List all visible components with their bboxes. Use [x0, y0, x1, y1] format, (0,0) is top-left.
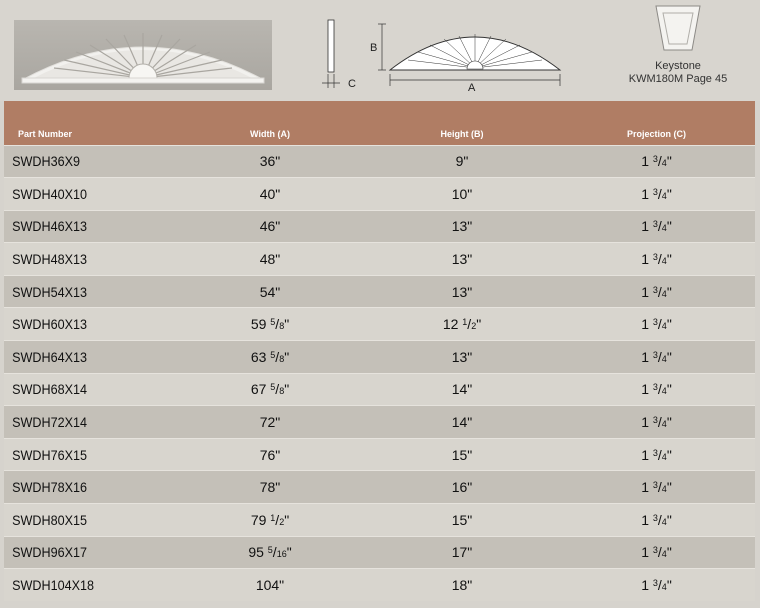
projection-cell: 1 3/4" — [558, 535, 755, 569]
table-row: SWDH76X15 76" 15" 1 3/4" — [4, 437, 755, 471]
projection-cell: 1 3/4" — [558, 470, 755, 504]
height-cell: 16" — [366, 470, 558, 504]
table-row: SWDH104X18 104" 18" 1 3/4" — [4, 568, 755, 602]
projection-cell: 1 3/4" — [558, 209, 755, 243]
width-cell: 95 5/16" — [174, 535, 366, 569]
table-row: SWDH46X13 46" 13" 1 3/4" — [4, 209, 755, 243]
height-cell: 14" — [366, 372, 558, 406]
table-row: SWDH60X13 59 5/8" 12 1/2" 1 3/4" — [4, 307, 755, 341]
projection-cell: 1 3/4" — [558, 340, 755, 374]
part-number-cell: SWDH80X15 — [4, 503, 157, 537]
keystone-title: Keystone — [655, 60, 701, 72]
height-cell: 13" — [366, 340, 558, 374]
table-row: SWDH54X13 54" 13" 1 3/4" — [4, 274, 755, 308]
projection-cell: 1 3/4" — [558, 274, 755, 308]
header-height: Height (B) — [440, 128, 484, 139]
projection-cell: 1 3/4" — [558, 372, 755, 406]
table-row: SWDH78X16 78" 16" 1 3/4" — [4, 470, 755, 504]
table-row: SWDH68X14 67 5/8" 14" 1 3/4" — [4, 372, 755, 406]
height-cell: 13" — [366, 242, 558, 276]
width-cell: 40" — [174, 177, 366, 211]
projection-cell: 1 3/4" — [558, 437, 755, 471]
projection-cell: 1 3/4" — [558, 144, 755, 178]
label-b: B — [370, 42, 377, 54]
part-number-cell: SWDH54X13 — [4, 274, 157, 308]
width-cell: 36" — [174, 144, 366, 178]
specifications-table: Part Number Width (A) Height (B) Project… — [4, 101, 755, 608]
height-cell: 15" — [366, 503, 558, 537]
keystone-reference: Keystone KWM180M Page 45 — [608, 4, 748, 96]
table-header-row: Part Number Width (A) Height (B) Project… — [4, 101, 755, 145]
width-cell: 59 5/8" — [174, 307, 366, 341]
header-width: Width (A) — [250, 128, 290, 139]
part-number-cell: SWDH72X14 — [4, 405, 157, 439]
width-cell: 76" — [174, 437, 366, 471]
part-number-cell: SWDH76X15 — [4, 437, 157, 471]
height-cell: 10" — [366, 177, 558, 211]
part-number-cell: SWDH104X18 — [4, 568, 157, 602]
part-number-cell: SWDH78X16 — [4, 470, 157, 504]
part-number-cell: SWDH64X13 — [4, 340, 157, 374]
header-part-number: Part Number — [18, 128, 73, 139]
height-cell: 13" — [366, 274, 558, 308]
dimension-diagram: C B A — [310, 14, 600, 99]
width-cell: 104" — [174, 568, 366, 602]
height-cell: 15" — [366, 437, 558, 471]
projection-cell: 1 3/4" — [558, 405, 755, 439]
height-cell: 13" — [366, 209, 558, 243]
height-cell: 12 1/2" — [366, 307, 558, 341]
part-number-cell: SWDH40X10 — [4, 177, 157, 211]
height-cell: 9" — [366, 144, 558, 178]
projection-cell: 1 3/4" — [558, 503, 755, 537]
part-number-cell: SWDH60X13 — [4, 307, 157, 341]
width-cell: 79 1/2" — [174, 503, 366, 537]
part-number-cell: SWDH36X9 — [4, 144, 157, 178]
projection-cell: 1 3/4" — [558, 242, 755, 276]
part-number-cell: SWDH46X13 — [4, 209, 157, 243]
part-number-cell: SWDH68X14 — [4, 372, 157, 406]
keystone-icon — [655, 5, 701, 51]
part-number-cell: SWDH96X17 — [4, 535, 157, 569]
part-number-cell: SWDH48X13 — [4, 242, 157, 276]
table-row: SWDH96X17 95 5/16" 17" 1 3/4" — [4, 535, 755, 569]
width-cell: 78" — [174, 470, 366, 504]
width-cell: 46" — [174, 209, 366, 243]
width-cell: 54" — [174, 274, 366, 308]
table-row: SWDH40X10 40" 10" 1 3/4" — [4, 177, 755, 211]
height-cell: 17" — [366, 535, 558, 569]
header-projection: Projection (C) — [626, 128, 686, 139]
width-cell: 72" — [174, 405, 366, 439]
sunburst-pediment-photo — [14, 20, 272, 90]
width-cell: 63 5/8" — [174, 340, 366, 374]
projection-cell: 1 3/4" — [558, 177, 755, 211]
table-row: SWDH36X9 36" 9" 1 3/4" — [4, 144, 755, 178]
projection-cell: 1 3/4" — [558, 568, 755, 602]
keystone-page-ref: KWM180M Page 45 — [628, 73, 728, 85]
label-c: C — [348, 78, 356, 90]
product-header: C B A Keystone KWM180M Page 45 — [0, 0, 760, 101]
table-row: SWDH64X13 63 5/8" 13" 1 3/4" — [4, 340, 755, 374]
label-a: A — [468, 82, 476, 94]
height-cell: 14" — [366, 405, 558, 439]
width-cell: 67 5/8" — [174, 372, 366, 406]
table-row: SWDH48X13 48" 13" 1 3/4" — [4, 242, 755, 276]
height-cell: 18" — [366, 568, 558, 602]
table-row: SWDH80X15 79 1/2" 15" 1 3/4" — [4, 503, 755, 537]
width-cell: 48" — [174, 242, 366, 276]
projection-cell: 1 3/4" — [558, 307, 755, 341]
table-row: SWDH72X14 72" 14" 1 3/4" — [4, 405, 755, 439]
